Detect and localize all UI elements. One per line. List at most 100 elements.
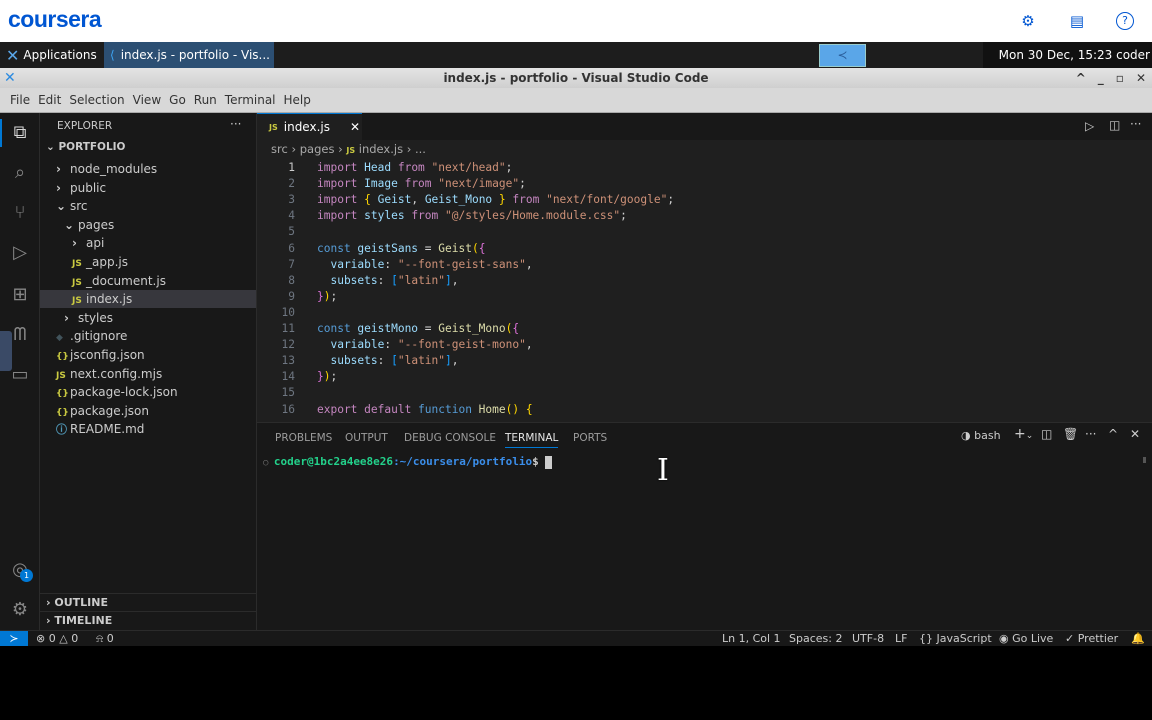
coursera-logo[interactable]: coursera — [8, 6, 102, 33]
tab-problems[interactable]: PROBLEMS — [275, 428, 332, 448]
terminal-scrollbar[interactable] — [1143, 457, 1146, 463]
line-number: 9 — [288, 289, 295, 303]
indentation[interactable]: Spaces: 2 — [789, 631, 842, 646]
menu-view[interactable]: View — [129, 93, 165, 107]
tree-file[interactable]: JS _app.js — [40, 253, 256, 271]
prettier-button[interactable]: ✓ Prettier — [1065, 631, 1118, 646]
code-token: } — [498, 193, 513, 207]
applications-menu[interactable]: ✕ Applications — [0, 42, 103, 68]
tab-debug-console[interactable]: DEBUG CONSOLE — [404, 428, 496, 448]
vscode-icon: ⟨ — [110, 48, 115, 62]
workspace-switcher[interactable]: ≺ — [819, 44, 866, 67]
more-actions-icon[interactable]: ··· — [230, 117, 241, 131]
trash-icon[interactable]: 🗑 — [1063, 427, 1078, 441]
terminal-prompt[interactable]: ○ coder@1bc2a4ee8e26:~/coursera/portfoli… — [263, 455, 553, 469]
go-live-button[interactable]: ◉ Go Live — [999, 631, 1053, 646]
line-ending[interactable]: LF — [895, 631, 907, 646]
tree-folder[interactable]: ⌄ pages — [40, 216, 256, 234]
code-token: , — [525, 257, 533, 271]
notes-icon[interactable]: ▤ — [1068, 12, 1086, 30]
source-control-icon[interactable]: ⑂ — [8, 201, 32, 225]
timeline-section[interactable]: › TIMELINE — [40, 611, 256, 629]
code-token: export — [317, 402, 365, 416]
settings-gear-icon[interactable]: ⚙ — [8, 598, 32, 622]
split-editor-icon[interactable]: ◫ — [1109, 118, 1120, 132]
tree-file[interactable]: {}package-lock.json — [40, 383, 256, 401]
tree-file[interactable]: {}jsconfig.json — [40, 346, 256, 364]
close-tab-icon[interactable]: ✕ — [350, 120, 360, 134]
search-icon[interactable]: ⌕ — [8, 161, 32, 185]
drag-handle[interactable] — [0, 331, 12, 371]
explorer-root-folder[interactable]: ⌄ PORTFOLIO — [46, 141, 126, 153]
terminal-shell-selector[interactable]: ◑ bash — [961, 429, 1001, 442]
ports-count: 0 — [106, 632, 114, 645]
menu-terminal[interactable]: Terminal — [221, 93, 280, 107]
menu-edit[interactable]: Edit — [34, 93, 65, 107]
remote-indicator-icon[interactable]: ≻ — [0, 631, 28, 646]
breadcrumb-pages[interactable]: pages — [300, 142, 335, 156]
language-mode[interactable]: {} JavaScript — [919, 631, 992, 646]
tree-file[interactable]: ⓘ README.md — [40, 420, 256, 438]
line-number: 8 — [288, 273, 295, 287]
taskbar-window-vscode[interactable]: ⟨ index.js - portfolio - Vis... — [104, 42, 274, 68]
clock[interactable]: Mon 30 Dec, 15:23 coder — [982, 42, 1152, 68]
code-token: Home — [478, 402, 506, 416]
cursor-position[interactable]: Ln 1, Col 1 — [722, 631, 781, 646]
split-terminal-icon[interactable]: ◫ — [1041, 427, 1052, 441]
code-token: : — [384, 338, 398, 352]
notifications-bell-icon[interactable]: 🔔 — [1131, 631, 1145, 646]
tree-file[interactable]: JS next.config.mjs — [40, 365, 256, 383]
close-icon[interactable]: ✕ — [1136, 68, 1146, 88]
terminal-icon: ◑ — [961, 429, 975, 442]
shade-icon[interactable]: ^ — [1076, 68, 1086, 88]
code-token: [ — [391, 354, 398, 368]
code-line: 13 subsets: ["latin"], — [257, 353, 459, 369]
tab-terminal[interactable]: TERMINAL — [505, 428, 559, 448]
editor-tabs: JS index.js ✕ ▷ ◫ ··· — [257, 113, 1152, 140]
maximize-panel-icon[interactable]: ^ — [1108, 427, 1118, 441]
tab-index-js[interactable]: JS index.js ✕ — [257, 113, 362, 140]
tree-file[interactable]: JS _document.js — [40, 272, 256, 290]
outline-section[interactable]: › OUTLINE — [40, 593, 256, 611]
breadcrumb-src[interactable]: src — [271, 142, 288, 156]
menu-help[interactable]: Help — [280, 93, 315, 107]
more-actions-icon[interactable]: ··· — [1130, 117, 1141, 131]
menu-run[interactable]: Run — [190, 93, 221, 107]
tree-folder[interactable]: › styles — [40, 309, 256, 327]
tree-file[interactable]: ◆ .gitignore — [40, 327, 256, 345]
help-icon[interactable]: ? — [1116, 12, 1134, 30]
run-file-icon[interactable]: ▷ — [1085, 119, 1094, 133]
tree-folder[interactable]: › node_modules — [40, 160, 256, 178]
tree-file[interactable]: JS index.js — [40, 290, 256, 309]
minimize-icon[interactable]: _ — [1098, 68, 1104, 88]
problems-indicator[interactable]: ⊗ 0 △ 0 — [36, 631, 78, 646]
translate-icon[interactable]: ⚙ — [1019, 12, 1037, 30]
encoding[interactable]: UTF-8 — [852, 631, 884, 646]
tree-folder[interactable]: ⌄ src — [40, 197, 256, 215]
breadcrumb-symbol[interactable]: ... — [415, 142, 426, 156]
code-editor[interactable]: 1 import Head from "next/head"; 2 import Im… — [257, 160, 1152, 422]
breadcrumb-file[interactable]: index.js — [359, 142, 403, 156]
git-file-icon: ◆ — [56, 333, 63, 344]
tab-output[interactable]: OUTPUT — [345, 428, 388, 448]
menu-file[interactable]: File — [6, 93, 34, 107]
extensions-icon[interactable]: ⊞ — [8, 283, 32, 307]
tree-folder[interactable]: › public — [40, 179, 256, 197]
new-terminal-icon[interactable]: +⌄ — [1014, 426, 1033, 442]
code-line: 5 — [257, 224, 317, 240]
code-token: subsets — [317, 354, 378, 368]
tree-folder[interactable]: › api — [40, 234, 256, 252]
ports-indicator[interactable]: ⍾ 0 — [96, 631, 114, 646]
run-debug-icon[interactable]: ▷ — [8, 241, 32, 265]
close-panel-icon[interactable]: ✕ — [1130, 427, 1140, 441]
chevron-right-icon: › — [64, 310, 69, 325]
tree-file[interactable]: {}package.json — [40, 402, 256, 420]
menu-go[interactable]: Go — [165, 93, 190, 107]
code-line: 3 import { Geist, Geist_Mono } from "next… — [257, 192, 674, 208]
more-actions-icon[interactable]: ··· — [1085, 427, 1096, 441]
tab-ports[interactable]: PORTS — [573, 428, 607, 448]
maximize-icon[interactable]: ▫ — [1116, 68, 1124, 88]
tree-item-label: src — [70, 199, 88, 214]
explorer-icon[interactable]: ⧉ — [8, 121, 32, 145]
menu-selection[interactable]: Selection — [65, 93, 128, 107]
